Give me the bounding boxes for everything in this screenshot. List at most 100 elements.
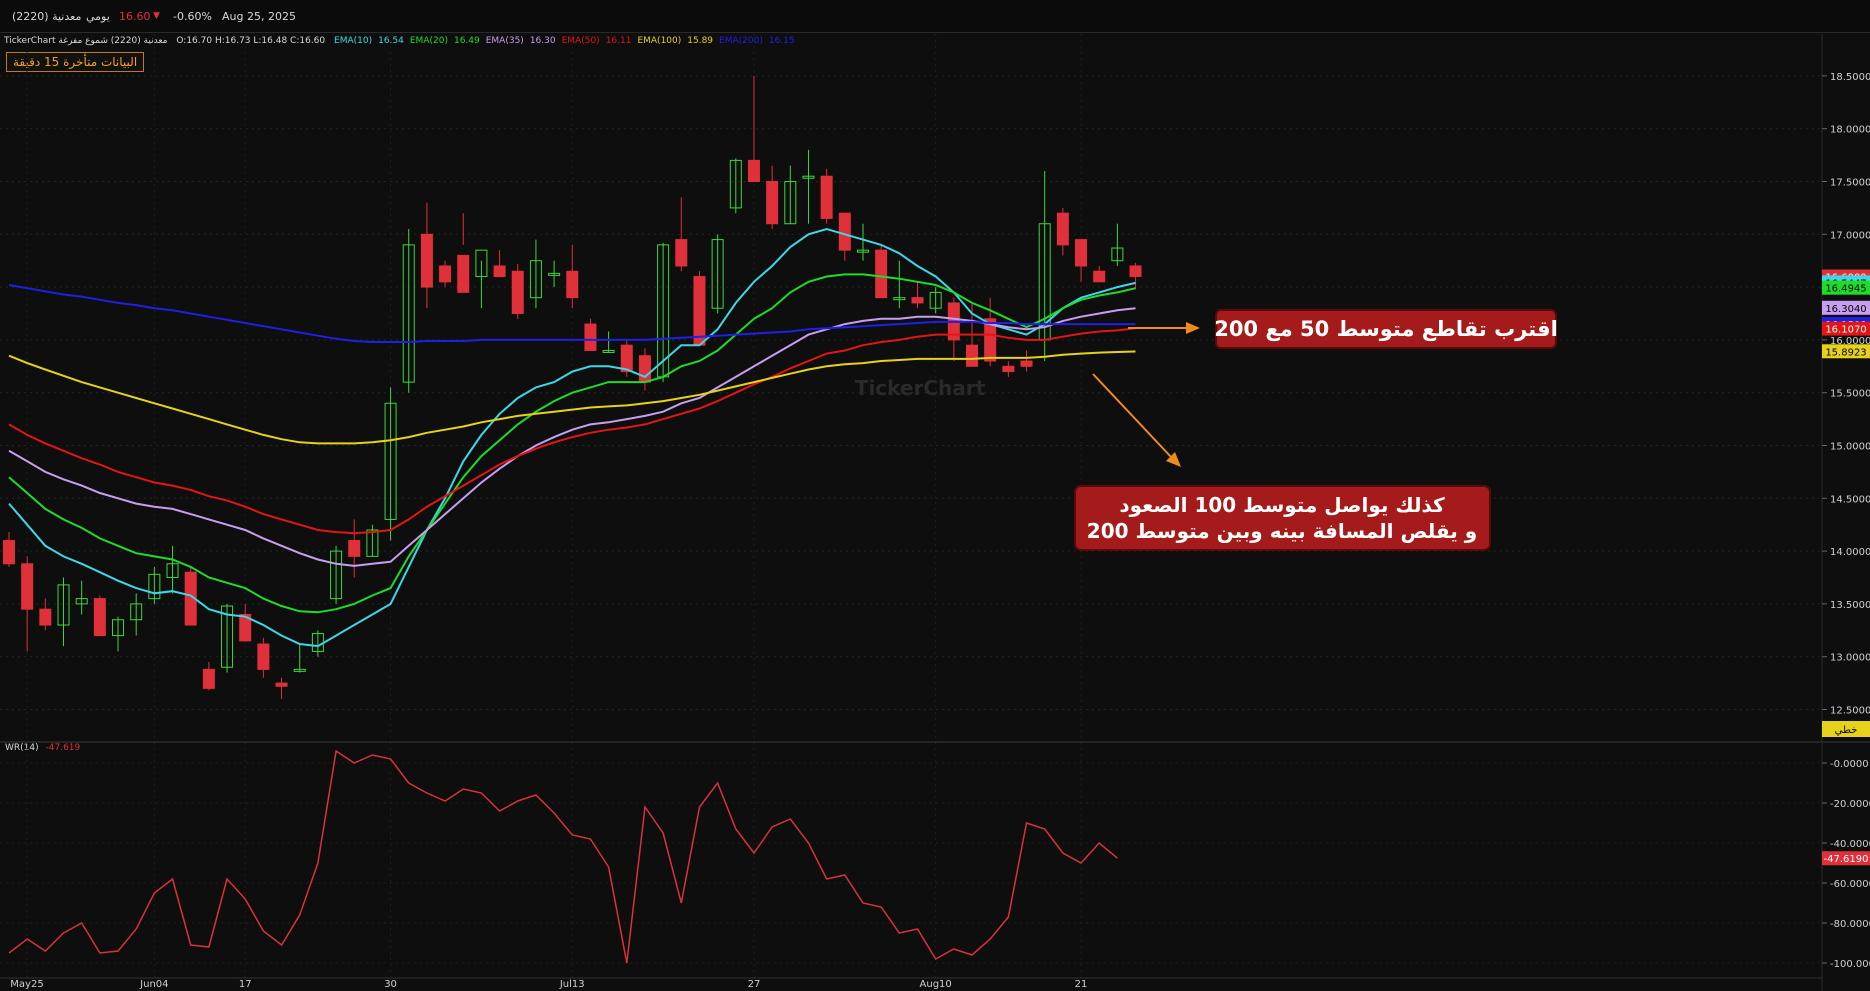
candle (984, 297, 997, 367)
source-label: TickerChart معدنية (2220) شموع مفرغة (4, 36, 168, 46)
candle-body (439, 265, 452, 283)
candle-body (984, 318, 997, 362)
wr-y-tick-label: -60.0000 (1830, 879, 1870, 890)
period-label[interactable]: يومي (86, 10, 110, 23)
candle (1075, 239, 1088, 282)
candle-body (166, 563, 179, 578)
candle-body (1020, 360, 1033, 367)
wr-legend: WR(14) -47.619 (5, 743, 80, 753)
candle (584, 318, 597, 351)
candle-body (239, 613, 252, 642)
candle-body (93, 598, 106, 637)
price-tag-bg (1822, 321, 1870, 336)
candle (929, 287, 942, 314)
y-tick-label: 13.5000 (1830, 600, 1870, 611)
candle (402, 229, 415, 393)
candle-body (766, 181, 779, 225)
legend-label[interactable]: EMA(10) (334, 36, 372, 46)
ohlc-readout: O:16.70 H:16.73 L:16.48 C:16.60 (176, 36, 326, 46)
price-chart[interactable]: TickerChart 12.5000 13.0000 13.5000 14.0000… (0, 0, 1870, 991)
price-tag-text: 16.5447 (1825, 278, 1866, 289)
x-tick-label: May25 (10, 979, 43, 990)
candle-body (75, 598, 88, 605)
y-tick-label: 13.0000 (1830, 653, 1870, 664)
candle-body (584, 323, 597, 351)
candle (330, 545, 343, 604)
candle-body (184, 571, 197, 626)
candle (1038, 170, 1051, 362)
price-tag-bg (1822, 344, 1870, 359)
candle-body (3, 540, 15, 565)
legend-value: 16.30 (529, 36, 556, 46)
legend-label[interactable]: EMA(20) (410, 36, 448, 46)
x-tick-label: Jun04 (139, 979, 168, 990)
candle (457, 213, 470, 293)
candle-body (221, 605, 234, 668)
candle (112, 616, 125, 652)
candle (693, 271, 706, 346)
candle (202, 661, 215, 691)
candle-body (1093, 270, 1106, 283)
legend-items: EMA(10) 16.54 EMA(20) 16.49 EMA(35) 16.30 EMA(… (334, 36, 801, 46)
candle-body (57, 584, 70, 626)
linear-badge-bg (1822, 721, 1870, 737)
candle-body (384, 402, 397, 520)
candle (439, 260, 452, 288)
price-tag: 16.1508 (1822, 316, 1870, 331)
candle-body (420, 233, 433, 288)
candle-body (602, 349, 615, 353)
x-tick-label: Jul13 (559, 979, 585, 990)
price-tag-text: 16.4945 (1825, 284, 1866, 295)
candle (39, 598, 52, 631)
candle (856, 223, 869, 261)
candle (638, 348, 651, 391)
chart-header: معدنية (2220) يومي 16.60 ▼ -0.60% Aug 25… (0, 0, 1870, 33)
indicator-legend: TickerChart معدنية (2220) شموع مفرغة O:1… (4, 36, 807, 46)
candle (947, 297, 960, 362)
candle-body (893, 297, 906, 301)
candle (602, 331, 615, 353)
legend-value: 15.89 (687, 36, 714, 46)
y-tick-label: 17.5000 (1830, 178, 1870, 189)
candle-body (21, 563, 34, 610)
y-tick-label: 16.5000 (1830, 283, 1870, 294)
candle (384, 387, 397, 541)
wr-value-tag: -47.6190 (1822, 851, 1870, 866)
legend-value: 16.49 (453, 36, 480, 46)
ema-line (8, 327, 1136, 535)
candle (293, 644, 306, 673)
candle (148, 566, 161, 604)
candle-body (638, 355, 651, 383)
y-tick-label: 18.5000 (1830, 72, 1870, 83)
candle (566, 244, 579, 309)
symbol-label[interactable]: معدنية (2220) (12, 10, 81, 23)
candle (1093, 265, 1106, 283)
candle-body (511, 270, 524, 315)
legend-label[interactable]: EMA(50) (562, 36, 600, 46)
candle (1129, 262, 1142, 290)
wr-line (8, 749, 1118, 964)
candle (1020, 350, 1033, 372)
wr-tag-bg (1822, 851, 1870, 866)
y-tick-label: 18.0000 (1830, 125, 1870, 136)
candle-body (784, 181, 797, 225)
candle (657, 242, 670, 383)
x-tick-label: Aug10 (920, 979, 952, 990)
candle (275, 677, 288, 699)
ema-line (8, 227, 1136, 648)
candle (1111, 223, 1124, 266)
candle (257, 637, 270, 678)
y-tick-label: 15.5000 (1830, 389, 1870, 400)
wr-y-tick-label: -20.0000 (1830, 799, 1870, 810)
candle-body (838, 212, 851, 251)
linear-scale-badge: خطي (1822, 721, 1870, 737)
candle (3, 532, 15, 567)
candle-body (947, 302, 960, 341)
legend-label[interactable]: EMA(100) (637, 36, 681, 46)
candle (184, 566, 197, 626)
candle (747, 75, 760, 183)
candle-body (566, 270, 579, 299)
legend-label[interactable]: EMA(200) (719, 36, 763, 46)
candle (93, 595, 106, 637)
legend-label[interactable]: EMA(35) (486, 36, 524, 46)
